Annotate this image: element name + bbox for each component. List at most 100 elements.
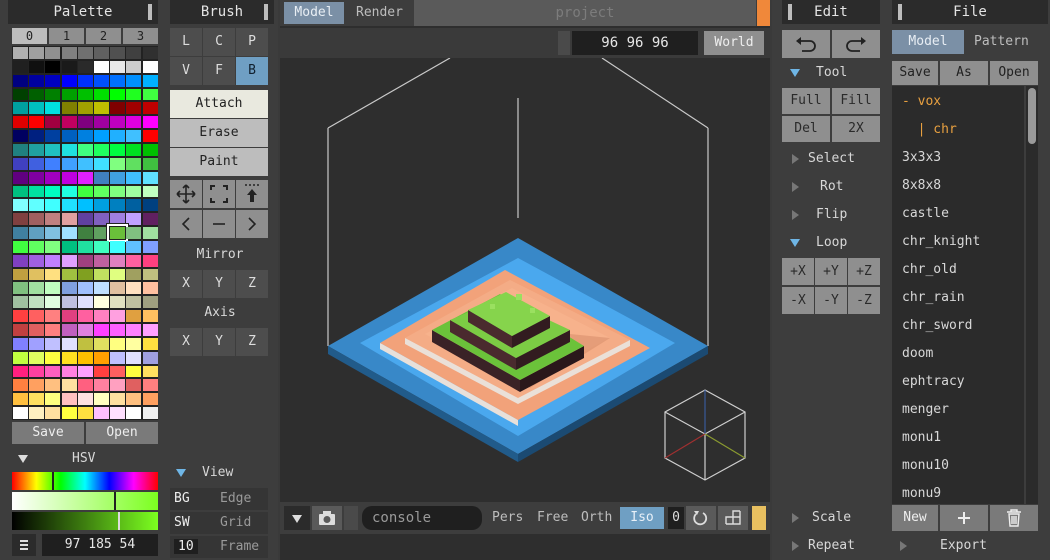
palette-swatch[interactable] — [77, 227, 93, 239]
palette-swatch[interactable] — [126, 240, 142, 253]
palette-swatch[interactable] — [110, 199, 126, 212]
palette-swatch[interactable] — [126, 310, 142, 323]
palette-swatch[interactable] — [126, 227, 142, 239]
palette-swatch[interactable] — [142, 240, 158, 253]
palette-swatch[interactable] — [61, 324, 77, 336]
palette-swatch[interactable] — [45, 47, 61, 59]
brush-action-paint[interactable]: Paint — [170, 148, 268, 176]
palette-swatch[interactable] — [126, 379, 142, 392]
palette-swatch[interactable] — [45, 365, 61, 378]
palette-swatch[interactable] — [110, 213, 126, 226]
file-list-scrollbar[interactable] — [1026, 86, 1038, 504]
redo-button[interactable] — [832, 30, 880, 58]
hsv-collapse-icon[interactable] — [18, 455, 28, 463]
palette-swatch[interactable] — [45, 227, 61, 239]
palette-swatch[interactable] — [61, 74, 77, 87]
panel-grip-icon[interactable] — [148, 4, 152, 20]
palette-swatch[interactable] — [13, 199, 28, 212]
palette-swatch[interactable] — [94, 282, 109, 295]
flip-label[interactable]: Flip — [816, 207, 847, 222]
palette-swatch[interactable] — [126, 88, 142, 101]
loop-plusminus-z[interactable]: +Z — [848, 258, 880, 285]
palette-swatch[interactable] — [61, 310, 77, 323]
orientation-gizmo[interactable] — [664, 389, 746, 481]
palette-swatch[interactable] — [110, 365, 126, 378]
palette-swatch[interactable] — [94, 130, 109, 142]
palette-swatch[interactable] — [142, 130, 158, 142]
palette-swatch[interactable] — [110, 310, 126, 323]
folder-vox[interactable]: - vox — [902, 94, 941, 109]
file-item[interactable]: monu9 — [902, 486, 941, 501]
tool-2x-button[interactable]: 2X — [832, 116, 880, 142]
value-slider[interactable] — [12, 512, 158, 530]
voxel-scene-canvas[interactable] — [280, 58, 770, 502]
palette-swatch[interactable] — [142, 282, 158, 295]
palette-swatch[interactable] — [61, 171, 77, 184]
palette-swatch[interactable] — [77, 296, 93, 309]
brush-action-attach[interactable]: Attach — [170, 90, 268, 118]
palette-swatch[interactable] — [29, 47, 45, 59]
tool-fill-button[interactable]: Fill — [832, 88, 880, 114]
brush-mode-p[interactable]: P — [236, 28, 268, 56]
select-expand-icon[interactable] — [792, 154, 799, 164]
panel-grip-icon[interactable] — [898, 4, 902, 20]
file-add-button[interactable] — [940, 505, 988, 531]
palette-swatch[interactable] — [126, 171, 142, 184]
palette-swatch[interactable] — [45, 393, 61, 406]
palette-swatch[interactable] — [13, 365, 28, 378]
palette-swatch[interactable] — [94, 213, 109, 226]
palette-swatch[interactable] — [126, 393, 142, 406]
palette-swatch[interactable] — [126, 185, 142, 198]
palette-swatch[interactable] — [126, 199, 142, 212]
file-new-button[interactable]: New — [892, 505, 938, 531]
palette-swatch[interactable] — [77, 130, 93, 142]
frame-counter[interactable]: 0 — [668, 507, 684, 529]
palette-swatch[interactable] — [61, 199, 77, 212]
palette-swatch[interactable] — [77, 185, 93, 198]
brush-mode-v[interactable]: V — [170, 57, 202, 85]
palette-swatch[interactable] — [13, 282, 28, 295]
palette-swatch[interactable] — [61, 351, 77, 364]
palette-swatch[interactable] — [126, 116, 142, 129]
palette-swatch[interactable] — [45, 324, 61, 336]
palette-swatch[interactable] — [61, 282, 77, 295]
palette-swatch[interactable] — [142, 227, 158, 239]
palette-swatch[interactable] — [77, 407, 93, 419]
palette-swatch[interactable] — [110, 130, 126, 142]
console-collapse-button[interactable] — [284, 506, 310, 530]
mirror-y[interactable]: Y — [203, 270, 235, 298]
palette-swatch[interactable] — [45, 102, 61, 115]
view-row[interactable]: BG Edge — [170, 488, 268, 510]
palette-swatch[interactable] — [29, 240, 45, 253]
color-menu-button[interactable] — [12, 534, 36, 556]
palette-swatch[interactable] — [142, 199, 158, 212]
palette-swatch[interactable] — [110, 240, 126, 253]
palette-swatch[interactable] — [126, 268, 142, 281]
palette-swatch[interactable] — [61, 47, 77, 59]
palette-swatch[interactable] — [29, 88, 45, 101]
palette-swatch[interactable] — [142, 337, 158, 350]
brush-mode-f[interactable]: F — [203, 57, 235, 85]
palette-swatch[interactable] — [13, 296, 28, 309]
palette-swatch[interactable] — [142, 102, 158, 115]
palette-swatch[interactable] — [29, 296, 45, 309]
palette-swatch[interactable] — [126, 143, 142, 156]
project-name-field[interactable]: project — [414, 0, 756, 26]
brush-mode-l[interactable]: L — [170, 28, 202, 56]
palette-swatch[interactable] — [61, 379, 77, 392]
file-item[interactable]: chr_rain — [902, 290, 965, 305]
tool-full-button[interactable]: Full — [782, 88, 830, 114]
palette-swatch[interactable] — [126, 407, 142, 419]
palette-swatch[interactable] — [110, 282, 126, 295]
palette-swatch[interactable] — [110, 407, 126, 419]
palette-swatch[interactable] — [142, 157, 158, 170]
palette-swatch[interactable] — [94, 379, 109, 392]
palette-swatch[interactable] — [45, 268, 61, 281]
axis-y[interactable]: Y — [203, 328, 235, 356]
palette-swatch[interactable] — [126, 324, 142, 336]
file-item[interactable]: chr_sword — [902, 318, 972, 333]
palette-swatch[interactable] — [94, 157, 109, 170]
palette-swatch[interactable] — [61, 102, 77, 115]
palette-swatch[interactable] — [94, 324, 109, 336]
palette-swatch[interactable] — [45, 379, 61, 392]
